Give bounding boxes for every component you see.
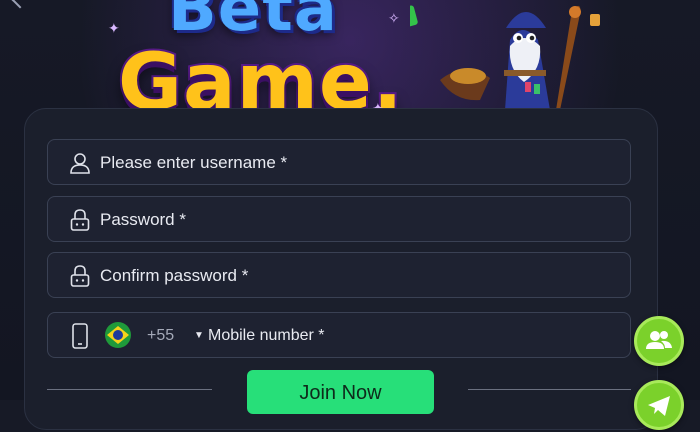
confirm-password-field[interactable]: Confirm password * (47, 252, 631, 298)
divider-right (468, 389, 631, 390)
lock-icon (70, 209, 90, 231)
brazil-flag-icon[interactable] (105, 322, 131, 348)
mobile-number-placeholder: Mobile number * (208, 327, 325, 344)
mobile-number-field[interactable]: +55 ▼ Mobile number * (47, 312, 631, 358)
contacts-fab-button[interactable] (634, 316, 684, 366)
confirm-password-placeholder: Confirm password * (100, 266, 249, 285)
sparkle-icon: ✦ (108, 20, 120, 36)
telegram-icon (648, 396, 670, 416)
user-icon (70, 153, 90, 174)
phone-icon (72, 323, 88, 349)
username-field[interactable]: Please enter username * (47, 139, 631, 185)
caret-down-icon[interactable]: ▼ (194, 313, 204, 359)
lock-icon (70, 265, 90, 287)
password-field[interactable]: Password * (47, 196, 631, 242)
password-placeholder: Password * (100, 210, 186, 229)
divider-left (47, 389, 212, 390)
wizard-mascot-icon (410, 5, 600, 110)
sparkle-icon: ✧ (388, 10, 400, 26)
join-now-button[interactable]: Join Now (247, 370, 434, 414)
country-code[interactable]: +55 (147, 313, 174, 359)
username-placeholder: Please enter username * (100, 153, 288, 172)
contacts-icon (646, 331, 672, 349)
telegram-fab-button[interactable] (634, 380, 684, 430)
